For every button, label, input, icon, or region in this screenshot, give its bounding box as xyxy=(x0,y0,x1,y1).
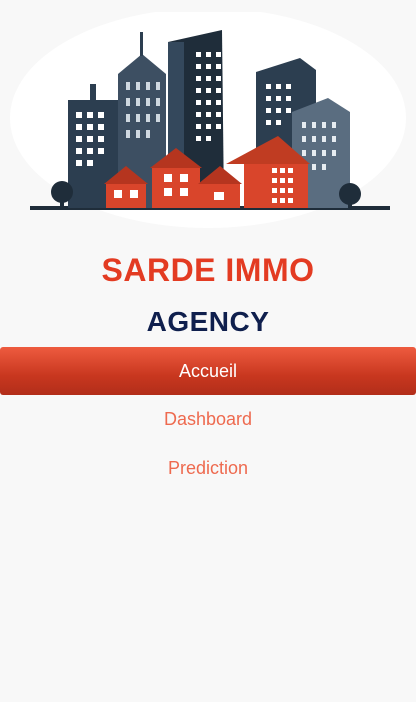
logo-image xyxy=(10,12,406,234)
nav-item-accueil[interactable]: Accueil xyxy=(0,347,416,395)
brand-name: SARDE IMMO xyxy=(101,252,315,288)
city-buildings-logo-icon xyxy=(10,12,406,228)
sidebar: SARDE IMMO AGENCY Accueil Dashboard Pred… xyxy=(0,0,416,702)
nav-item-dashboard[interactable]: Dashboard xyxy=(0,395,416,444)
nav-item-prediction[interactable]: Prediction xyxy=(0,444,416,493)
brand-subtitle: AGENCY xyxy=(146,306,270,337)
sidebar-nav: Accueil Dashboard Prediction xyxy=(0,347,416,493)
